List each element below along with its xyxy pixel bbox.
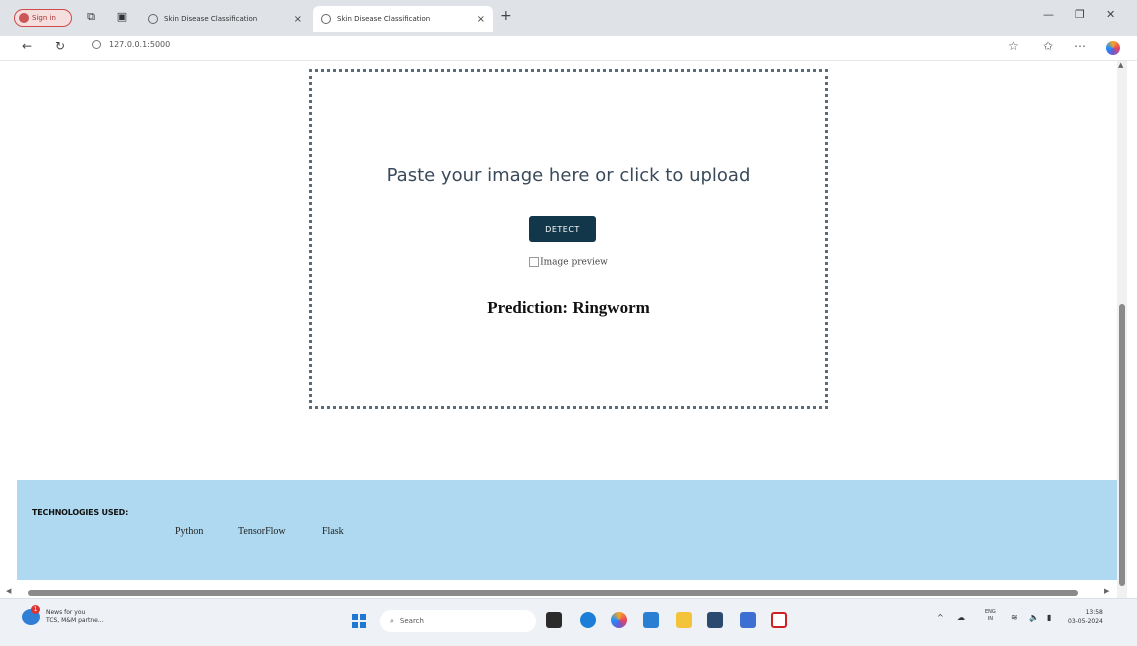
- taskbar-search[interactable]: ⌕ Search: [380, 610, 536, 632]
- news-icon: 1: [22, 605, 40, 625]
- tab-active[interactable]: Skin Disease Classification ×: [313, 6, 493, 32]
- scroll-right-icon[interactable]: ▶: [1104, 587, 1109, 595]
- search-placeholder: Search: [399, 617, 424, 625]
- tab-title: Skin Disease Classification: [337, 15, 431, 23]
- minimize-icon[interactable]: —: [1043, 8, 1054, 21]
- windows-start-icon[interactable]: [352, 614, 366, 628]
- edge-icon[interactable]: [580, 612, 596, 628]
- restore-icon[interactable]: ❐: [1075, 8, 1085, 21]
- footer: TECHNOLOGIES USED: Python TensorFlow Fla…: [17, 480, 1117, 580]
- page-viewport: Paste your image here or click to upload…: [0, 61, 1137, 598]
- search-icon: ⌕: [390, 616, 394, 625]
- signin-label: Sign in: [32, 14, 56, 22]
- notes-icon[interactable]: [740, 612, 756, 628]
- close-window-icon[interactable]: ✕: [1106, 8, 1115, 21]
- favorites-icon[interactable]: ✩: [1043, 39, 1053, 53]
- tab-actions-icon[interactable]: ▣: [116, 11, 128, 23]
- image-preview-alt: Image preview: [540, 257, 608, 268]
- technology-item: TensorFlow: [238, 526, 286, 537]
- scroll-up-icon[interactable]: ▲: [1118, 61, 1123, 69]
- close-tab-icon[interactable]: ×: [477, 14, 485, 25]
- news-subtitle: TCS, M&M partne...: [46, 617, 104, 624]
- broken-image-icon: [529, 257, 540, 267]
- horizontal-scrollbar[interactable]: ◀ ▶: [6, 587, 1110, 598]
- clock-date: 03-05-2024: [1068, 618, 1103, 625]
- show-hidden-icons-icon[interactable]: ^: [937, 613, 944, 622]
- copilot-taskbar-icon[interactable]: [611, 612, 627, 628]
- copilot-icon[interactable]: [1106, 41, 1120, 55]
- page-favicon-icon: [321, 14, 331, 24]
- site-info-icon[interactable]: [92, 40, 101, 49]
- upload-prompt: Paste your image here or click to upload: [386, 165, 751, 186]
- address-bar: ← ↻ 127.0.0.1:5000 ☆ ✩ ⋯: [0, 36, 1137, 61]
- vscode-icon[interactable]: [643, 612, 659, 628]
- file-explorer-dark-icon[interactable]: [546, 612, 562, 628]
- news-badge: 1: [31, 605, 40, 614]
- more-menu-icon[interactable]: ⋯: [1074, 39, 1086, 53]
- clock-time: 13:58: [1085, 609, 1103, 616]
- cloud-icon[interactable]: ☁: [957, 613, 965, 622]
- image-preview: Image preview: [312, 257, 825, 268]
- battery-icon[interactable]: ▮: [1047, 613, 1051, 622]
- scroll-left-icon[interactable]: ◀: [6, 587, 11, 595]
- news-title: News for you: [46, 609, 86, 616]
- technology-item: Python: [175, 526, 204, 537]
- vertical-scrollbar[interactable]: ▲: [1117, 61, 1127, 598]
- url-text: 127.0.0.1:5000: [109, 40, 171, 49]
- horizontal-scroll-thumb[interactable]: [28, 590, 1078, 596]
- volume-icon[interactable]: 🔈: [1029, 613, 1039, 622]
- folder-icon[interactable]: [676, 612, 692, 628]
- prediction-result: Prediction: Ringworm: [487, 298, 650, 317]
- profile-icon: [19, 13, 29, 23]
- technologies-heading: TECHNOLOGIES USED:: [32, 508, 129, 517]
- refresh-icon[interactable]: ↻: [55, 39, 65, 53]
- close-tab-icon[interactable]: ×: [294, 14, 302, 25]
- system-clock[interactable]: 13:58 03-05-2024: [1068, 608, 1103, 626]
- language-region: IN: [987, 616, 993, 622]
- tab-inactive[interactable]: Skin Disease Classification ×: [140, 6, 310, 32]
- workspaces-icon[interactable]: ⧉: [85, 11, 97, 23]
- tab-title: Skin Disease Classification: [164, 15, 258, 23]
- language-code: ENG: [985, 609, 996, 615]
- new-tab-icon[interactable]: +: [500, 8, 512, 24]
- store-icon[interactable]: [707, 612, 723, 628]
- image-upload-dropzone[interactable]: Paste your image here or click to upload…: [309, 69, 828, 409]
- taskbar: 1 News for you TCS, M&M partne... ⌕ Sear…: [0, 598, 1137, 646]
- wifi-icon[interactable]: ≋: [1011, 613, 1018, 622]
- technology-item: Flask: [322, 526, 344, 537]
- browser-tab-bar: Sign in ⧉ ▣ Skin Disease Classification …: [0, 0, 1137, 36]
- vertical-scroll-thumb[interactable]: [1119, 304, 1125, 586]
- news-widget[interactable]: 1 News for you TCS, M&M partne...: [22, 605, 104, 625]
- profile-signin-button[interactable]: Sign in: [14, 9, 72, 27]
- language-indicator[interactable]: ENG IN: [985, 609, 996, 623]
- url-field[interactable]: 127.0.0.1:5000: [92, 40, 170, 49]
- mcafee-icon[interactable]: [771, 612, 787, 628]
- favorite-star-icon[interactable]: ☆: [1008, 39, 1019, 53]
- page-favicon-icon: [148, 14, 158, 24]
- back-icon[interactable]: ←: [22, 39, 32, 53]
- detect-button[interactable]: DETECT: [529, 216, 596, 242]
